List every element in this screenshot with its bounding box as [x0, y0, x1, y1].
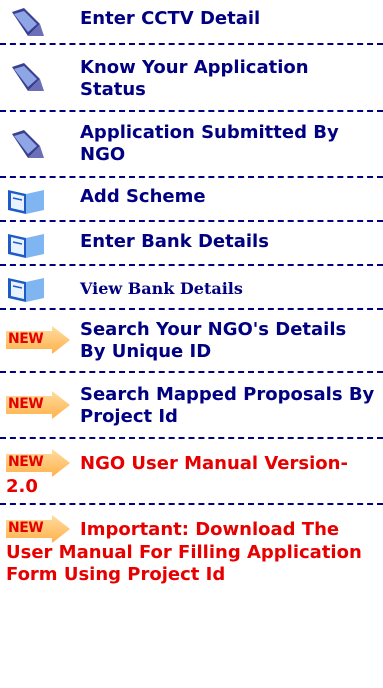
menu-item-label[interactable]: Know Your Application Status [80, 57, 377, 101]
menu-item-know-your-application-status[interactable]: Know Your Application Status [0, 45, 383, 112]
menu-item-label[interactable]: Add Scheme [80, 186, 377, 208]
menu-item-important-download-manual[interactable]: NEW Important: Download The User Manual … [0, 505, 383, 655]
menu-item-search-ngo-details-by-unique-id[interactable]: NEW Search Your NGO's Details By Unique … [0, 310, 383, 373]
open-book-icon [8, 234, 44, 258]
pencil-stack-icon [12, 63, 44, 91]
menu-item-label[interactable]: Important: Download The [80, 519, 377, 541]
new-badge-icon: NEW [6, 391, 70, 419]
menu-item-label[interactable]: NGO User Manual Version- [80, 453, 377, 475]
pencil-stack-icon [12, 8, 44, 36]
menu-item-enter-bank-details[interactable]: Enter Bank Details [0, 222, 383, 266]
menu-item-label[interactable]: View Bank Details [80, 278, 377, 300]
new-badge-icon: NEW [6, 449, 70, 477]
menu-item-enter-cctv-detail[interactable]: Enter CCTV Detail [0, 0, 383, 45]
menu-item-ngo-user-manual[interactable]: NEW NGO User Manual Version- 2.0 [0, 439, 383, 505]
menu-item-label[interactable]: Search Mapped Proposals By Project Id [80, 384, 377, 428]
menu-item-label[interactable]: Enter Bank Details [80, 231, 377, 253]
new-badge-icon: NEW [6, 326, 70, 354]
menu-item-label[interactable]: Search Your NGO's Details By Unique ID [80, 319, 377, 363]
menu-item-label-continued[interactable]: 2.0 [0, 476, 44, 498]
menu-item-search-mapped-proposals[interactable]: NEW Search Mapped Proposals By Project I… [0, 373, 383, 439]
menu-item-application-submitted-by-ngo[interactable]: Application Submitted By NGO [0, 112, 383, 178]
menu-item-label[interactable]: Application Submitted By NGO [80, 122, 377, 166]
menu-item-view-bank-details[interactable]: View Bank Details [0, 266, 383, 310]
new-badge-icon: NEW [6, 515, 70, 543]
menu-item-label-continued[interactable]: User Manual For Filling Application Form… [0, 542, 377, 586]
menu-item-add-scheme[interactable]: Add Scheme [0, 178, 383, 222]
open-book-icon [8, 190, 44, 214]
menu-item-label[interactable]: Enter CCTV Detail [80, 8, 377, 30]
pencil-stack-icon [12, 130, 44, 158]
side-menu: Enter CCTV Detail Know Your Application … [0, 0, 383, 655]
open-book-icon [8, 278, 44, 302]
